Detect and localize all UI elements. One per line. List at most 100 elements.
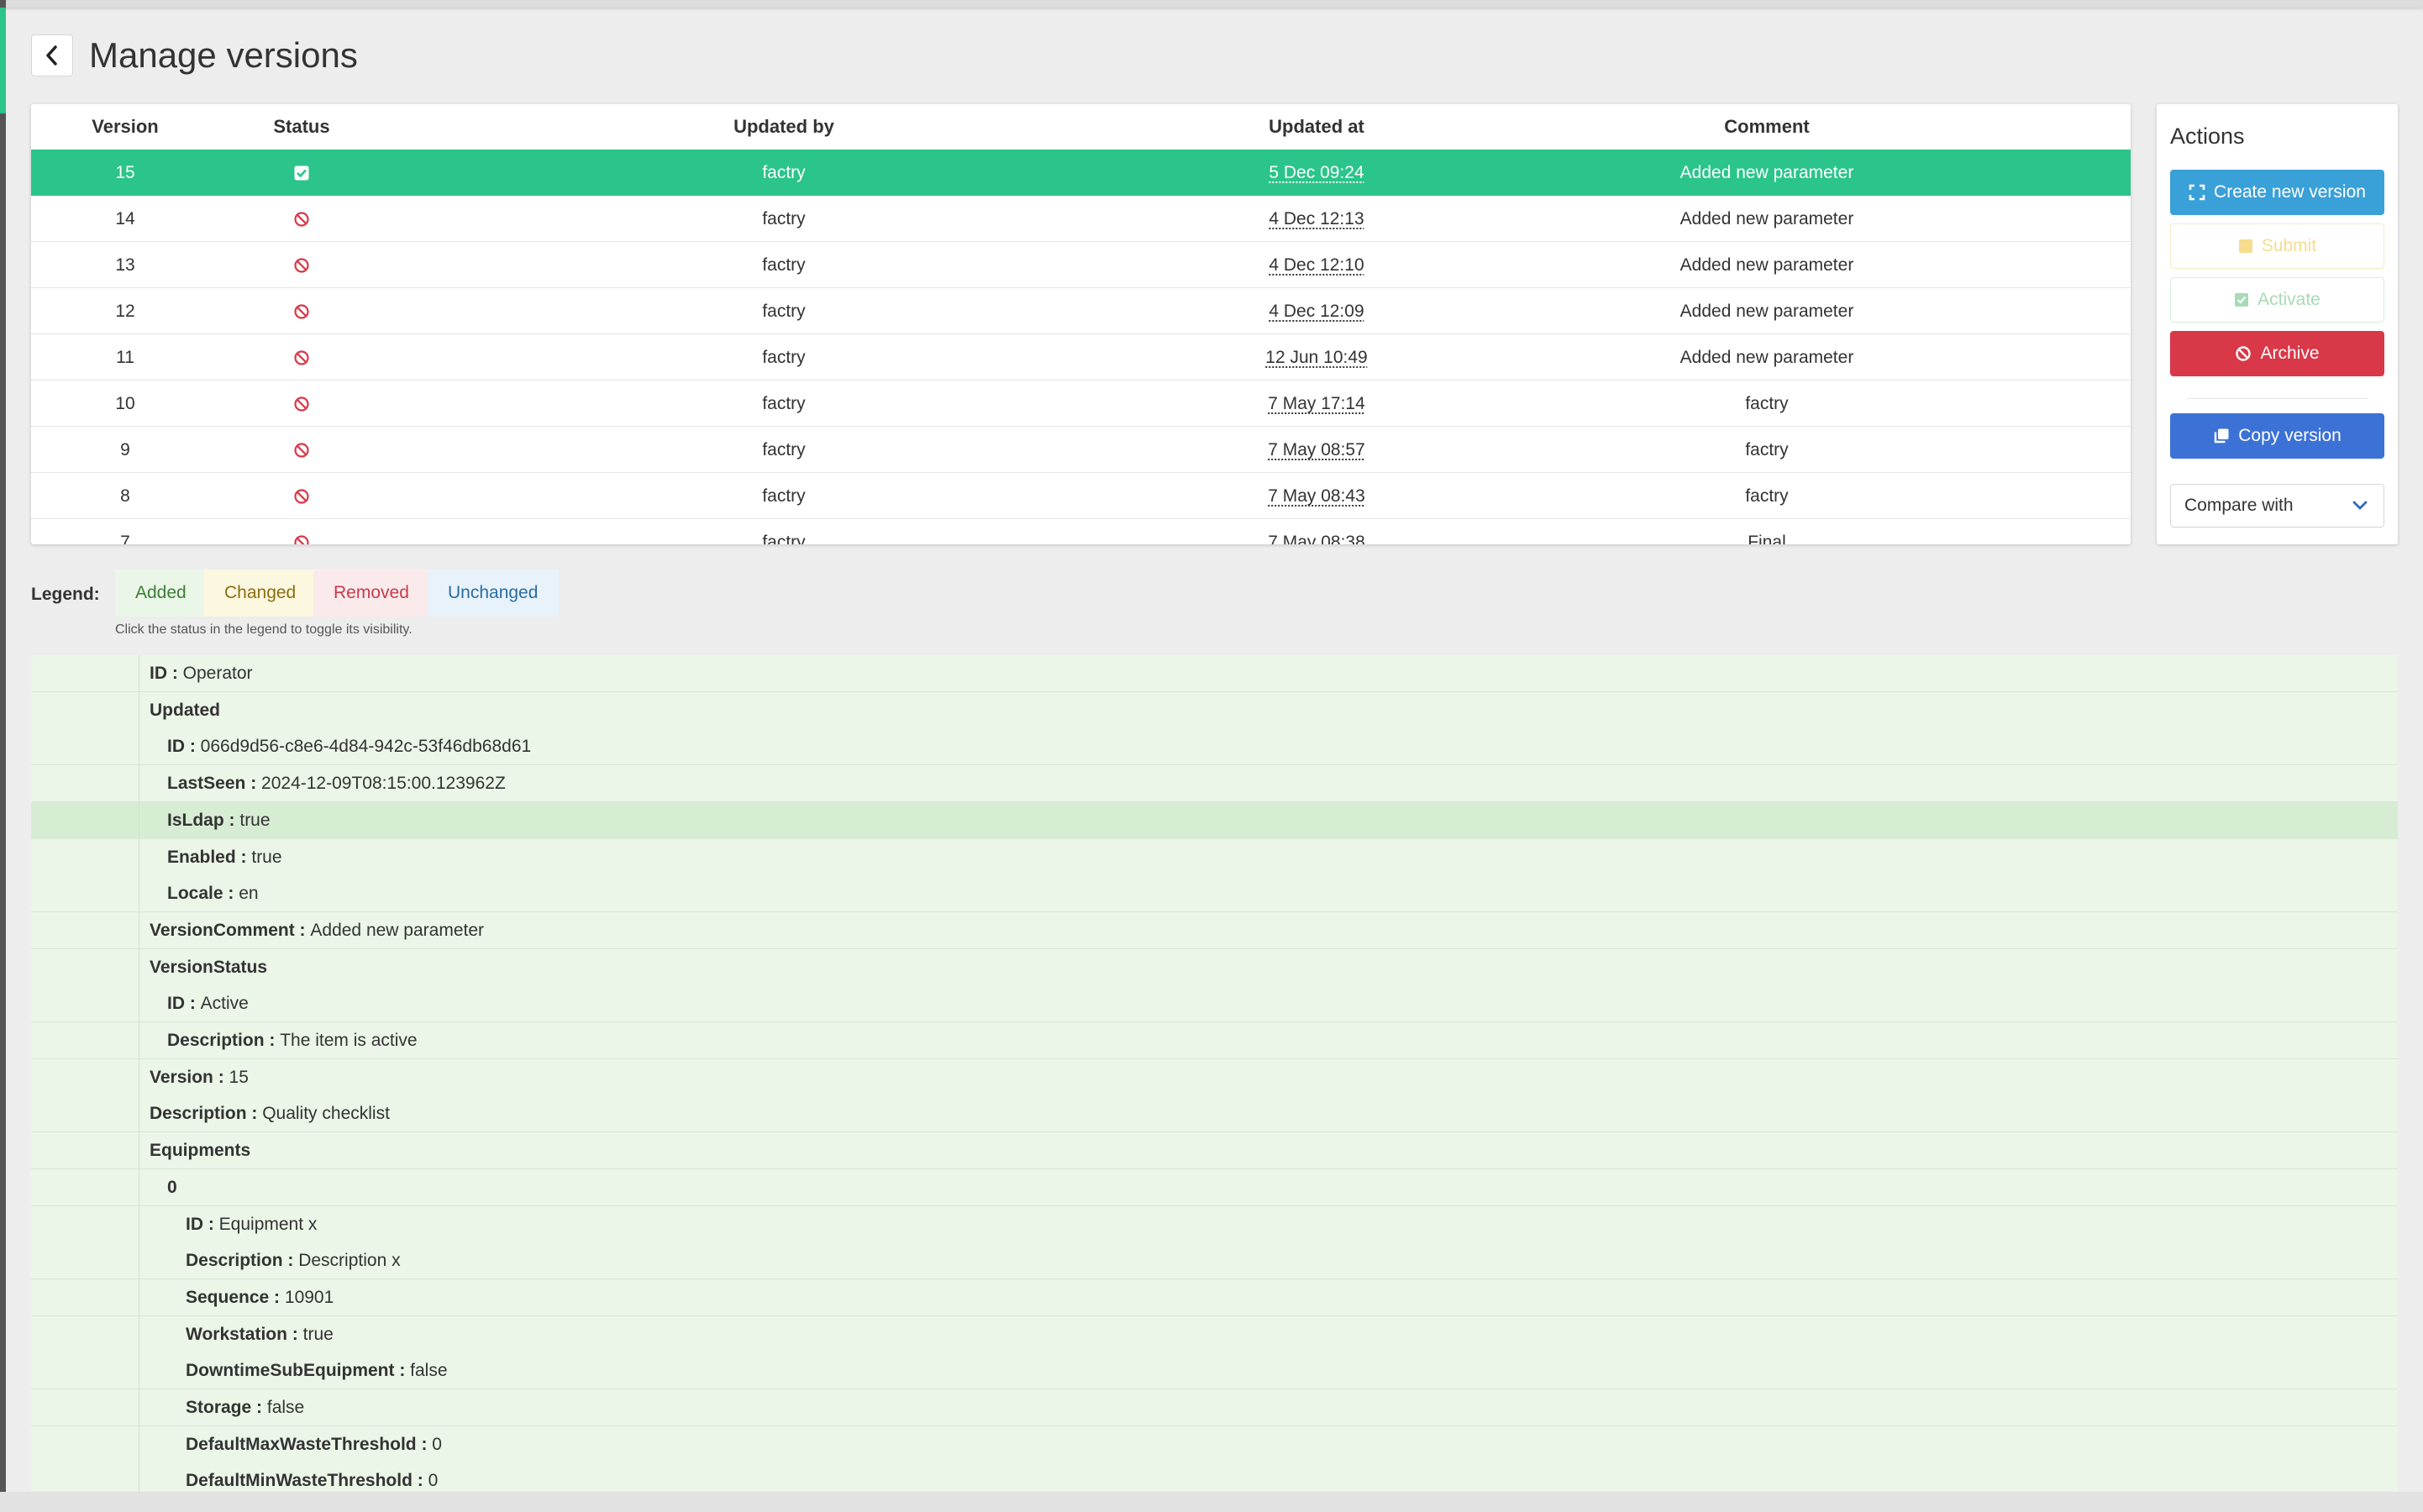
horizontal-scrollbar[interactable] (0, 1492, 2423, 1512)
version-row[interactable]: 7 factry 7 May 08:38 Final (31, 519, 2131, 544)
legend-added-toggle[interactable]: Added (115, 570, 204, 617)
diff-value: 066d9d56-c8e6-4d84-942c-53f46db68d61 (200, 737, 532, 757)
diff-row: Locale : en (31, 875, 2398, 913)
diff-value: Added new parameter (310, 920, 485, 940)
diff-entry: Version : 15 (150, 1059, 249, 1096)
archive-button[interactable]: Archive (2170, 331, 2384, 376)
diff-row: DefaultMaxWasteThreshold : 0 (31, 1425, 2398, 1463)
diff-separator: : (185, 994, 201, 1014)
back-button[interactable] (31, 34, 73, 76)
diff-value: false (410, 1361, 448, 1381)
column-header-comment[interactable]: Comment (1724, 104, 1809, 150)
diff-key: Equipments (150, 1141, 251, 1161)
column-header-status[interactable]: Status (273, 104, 329, 150)
version-comment: Added new parameter (1679, 255, 1854, 275)
version-row[interactable]: 13 factry 4 Dec 12:10 Added new parameter (31, 242, 2131, 288)
column-header-updated-by[interactable]: Updated by (733, 104, 834, 150)
diff-row: Version : 15 (31, 1058, 2398, 1096)
diff-separator: : (185, 737, 201, 757)
diff-row: Enabled : true (31, 838, 2398, 876)
diff-entry: DefaultMaxWasteThreshold : 0 (186, 1426, 442, 1463)
diff-entry: DowntimeSubEquipment : false (186, 1352, 448, 1389)
version-row[interactable]: 15 factry 5 Dec 09:24 Added new parameter (31, 150, 2131, 196)
actions-divider (2187, 398, 2368, 399)
diff-separator: : (412, 1471, 428, 1491)
diff-entry: VersionStatus (150, 949, 267, 986)
left-nav-strip (0, 0, 6, 1512)
updated-at: 4 Dec 12:10 (1269, 255, 1364, 275)
diff-row: Description : Quality checklist (31, 1095, 2398, 1133)
ban-icon (294, 211, 309, 227)
compare-with-select[interactable]: Compare with (2170, 484, 2384, 528)
left-nav-accent (0, 8, 6, 113)
diff-value: 0 (432, 1434, 442, 1454)
diff-value: true (251, 847, 282, 867)
actions-title: Actions (2170, 123, 2245, 149)
diff-entry: IsLdap : true (167, 802, 271, 839)
updated-at: 12 Jun 10:49 (1265, 348, 1368, 367)
version-row[interactable]: 12 factry 4 Dec 12:09 Added new parameter (31, 288, 2131, 334)
diff-row: 0 (31, 1168, 2398, 1206)
diff-value: true (239, 810, 271, 830)
updated-by: factry (762, 209, 806, 228)
legend-unchanged-toggle[interactable]: Unchanged (428, 570, 559, 617)
activate-button[interactable]: Activate (2170, 277, 2384, 323)
updated-at: 4 Dec 12:09 (1269, 302, 1364, 321)
diff-entry: 0 (167, 1169, 177, 1206)
diff-entry: Enabled : true (167, 839, 282, 876)
versions-table-header: Version Status Updated by Updated at Com… (31, 104, 2131, 151)
updated-at: 4 Dec 12:13 (1269, 209, 1364, 228)
updated-by: factry (762, 255, 806, 275)
diff-separator: : (203, 1214, 219, 1234)
diff-key: ID (186, 1214, 203, 1234)
diff-entry: Sequence : 10901 (186, 1279, 334, 1316)
top-bar (0, 0, 2423, 8)
diff-key: Description (186, 1251, 283, 1271)
diff-row: ID : Operator (31, 655, 2398, 692)
diff-key: LastSeen (167, 774, 246, 794)
legend-removed-toggle[interactable]: Removed (313, 570, 428, 617)
diff-key: 0 (167, 1177, 177, 1197)
version-number: 11 (116, 348, 134, 367)
diff-entry: Locale : en (167, 875, 259, 912)
submit-button[interactable]: Submit (2170, 223, 2384, 269)
compare-with-value: Compare with (2184, 496, 2294, 515)
diff-entry: Description : The item is active (167, 1022, 418, 1059)
diff-value: en (239, 884, 259, 904)
version-row[interactable]: 11 factry 12 Jun 10:49 Added new parameter (31, 334, 2131, 381)
updated-by: factry (762, 440, 806, 459)
diff-entry: Description : Description x (186, 1242, 401, 1279)
diff-key: Description (167, 1031, 265, 1050)
legend-changed-toggle[interactable]: Changed (204, 570, 313, 617)
version-row[interactable]: 14 factry 4 Dec 12:13 Added new parameter (31, 196, 2131, 242)
chevron-left-icon (46, 45, 57, 66)
diff-row: LastSeen : 2024-12-09T08:15:00.123962Z (31, 765, 2398, 803)
diff-entry: ID : Active (167, 985, 249, 1022)
column-header-version[interactable]: Version (92, 104, 158, 150)
diff-value: 10901 (284, 1287, 334, 1307)
version-comment: Added new parameter (1679, 302, 1854, 321)
version-row[interactable]: 10 factry 7 May 17:14 factry (31, 381, 2131, 427)
diff-key: ID (167, 994, 185, 1014)
diff-value: Description x (298, 1251, 401, 1271)
column-header-updated-at[interactable]: Updated at (1269, 104, 1364, 150)
diff-value: Active (200, 994, 249, 1014)
version-row[interactable]: 8 factry 7 May 08:43 factry (31, 473, 2131, 519)
ban-icon (294, 303, 309, 319)
version-number: 7 (120, 533, 130, 544)
diff-value: The item is active (280, 1031, 418, 1050)
version-comment: factry (1745, 486, 1789, 506)
copy-version-button[interactable]: Copy version (2170, 413, 2384, 459)
version-row[interactable]: 9 factry 7 May 08:57 factry (31, 427, 2131, 473)
diff-separator: : (394, 1361, 411, 1381)
diff-key: Version (150, 1067, 213, 1087)
diff-key: Storage (186, 1398, 252, 1417)
status-cell (293, 288, 310, 334)
create-new-version-button[interactable]: Create new version (2170, 170, 2384, 215)
diff-value: Operator (182, 664, 253, 683)
diff-key: Sequence (186, 1287, 270, 1307)
version-number: 14 (115, 209, 135, 228)
diff-value: Equipment x (218, 1214, 318, 1234)
diff-key: Description (150, 1104, 247, 1124)
diff-row: Updated (31, 691, 2398, 729)
